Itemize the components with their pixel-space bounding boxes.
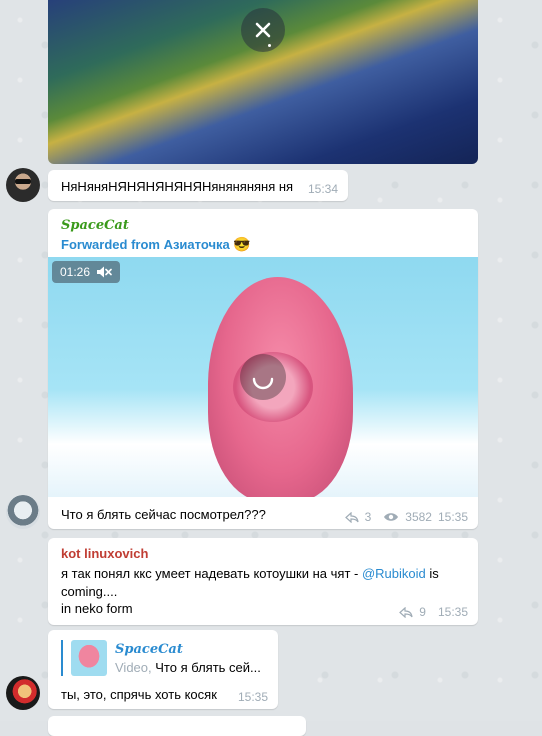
message-time: 15:34: [307, 182, 338, 196]
video-duration: 01:26: [60, 265, 91, 279]
reply-icon[interactable]: [344, 511, 359, 523]
reply-count: 9: [419, 605, 426, 619]
message-time: 15:35: [437, 605, 468, 619]
mute-icon[interactable]: [96, 265, 112, 279]
sender-name[interactable]: kot linuxovich: [61, 546, 148, 561]
views-count: 3582: [405, 510, 432, 524]
reply-preview[interactable]: SpaceCat Video, Что я блять сей...: [61, 640, 267, 676]
forwarded-from[interactable]: Forwarded from Азиаточка 😎: [61, 236, 251, 253]
message-bubble: SpaceCat Forwarded from Азиаточка 😎 01:2…: [48, 209, 478, 529]
sender-name[interactable]: SpaceCat: [61, 218, 129, 233]
message-text: ты, это, спрячь хоть косяк: [61, 687, 217, 702]
reply-snippet: Video, Что я блять сей...: [115, 660, 261, 675]
avatar[interactable]: [6, 168, 40, 202]
emoji: 😎: [233, 236, 251, 252]
loading-spinner: [240, 354, 286, 400]
avatar[interactable]: [6, 676, 40, 710]
message-time: 15:35: [437, 510, 468, 524]
reply-text: Что я блять сей...: [151, 660, 261, 675]
close-button[interactable]: [241, 8, 285, 52]
message-meta: 9 15:35: [399, 605, 468, 619]
forwarded-name[interactable]: Азиаточка: [164, 237, 230, 252]
reply-type: Video,: [115, 660, 152, 675]
video-thumbnail[interactable]: 01:26: [48, 257, 478, 497]
message-text-line: in neko form: [61, 601, 133, 616]
duration-badge: 01:26: [52, 261, 121, 283]
message-text: НяНяняНЯНЯНЯНЯНЯНяняняняня ня: [61, 179, 294, 194]
message-bubble: [48, 716, 306, 736]
reply-author: SpaceCat: [115, 642, 183, 657]
reply-count: 3: [364, 510, 372, 524]
message-meta: 3 3582 15:35: [344, 510, 468, 524]
message-text-part: я так понял ккс умеет надевать котоушки …: [61, 566, 362, 581]
mention-link[interactable]: @Rubikoid: [362, 566, 426, 581]
message-bubble: kot linuxovich я так понял ккс умеет над…: [48, 538, 478, 625]
message-time: 15:35: [237, 690, 268, 704]
close-icon: [255, 22, 271, 38]
video-preview-top[interactable]: [48, 0, 478, 164]
forwarded-prefix: Forwarded from: [61, 237, 164, 252]
views-icon: [384, 513, 399, 521]
message-bubble: НяНяняНЯНЯНЯНЯНЯНяняняняня ня 15:34: [48, 170, 348, 201]
avatar[interactable]: [6, 495, 40, 529]
reply-icon[interactable]: [399, 606, 413, 618]
message-text: Что я блять сейчас посмотрел???: [61, 507, 266, 522]
message-bubble: SpaceCat Video, Что я блять сей... ты, э…: [48, 630, 278, 709]
reply-thumbnail: [71, 640, 107, 676]
